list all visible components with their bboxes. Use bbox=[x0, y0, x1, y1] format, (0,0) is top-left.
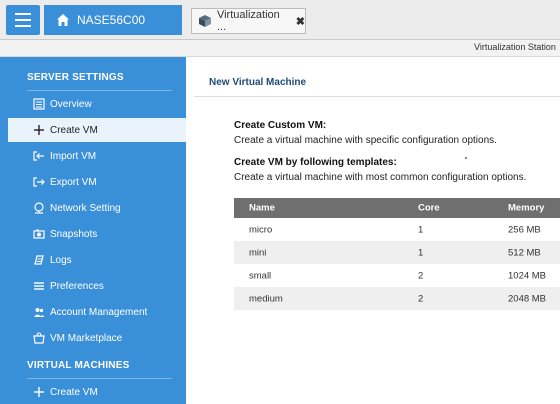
cell-name: small bbox=[249, 270, 272, 281]
sidebar-item-label: Overview bbox=[50, 98, 92, 110]
cell-name: medium bbox=[249, 293, 283, 304]
sidebar-item-label: Preferences bbox=[50, 280, 104, 292]
sidebar: SERVER SETTINGS Overview Create VM Impor… bbox=[0, 57, 186, 404]
sidebar-item-import-vm[interactable]: Import VM bbox=[8, 144, 186, 168]
overview-icon bbox=[32, 97, 46, 111]
marketplace-icon bbox=[32, 331, 46, 345]
menu-line bbox=[15, 13, 31, 15]
sidebar-item-label: Network Setting bbox=[50, 202, 121, 214]
template-vm-title: Create VM by following templates: bbox=[234, 157, 397, 168]
sidebar-item-label: Create VM bbox=[50, 386, 98, 398]
custom-vm-description: Create a virtual machine with specific c… bbox=[234, 135, 497, 146]
column-header-core[interactable]: Core bbox=[418, 203, 440, 214]
sidebar-divider bbox=[27, 90, 172, 91]
sidebar-item-logs[interactable]: Logs bbox=[8, 248, 186, 272]
panel-header: New Virtual Machine bbox=[194, 67, 560, 97]
table-row[interactable]: micro 1 256 MB bbox=[234, 218, 560, 241]
table-header: Name Core Memory bbox=[234, 198, 560, 218]
sidebar-item-account-management[interactable]: Account Management bbox=[8, 300, 186, 324]
sidebar-item-label: Logs bbox=[50, 254, 72, 266]
app-title: Virtualization Station bbox=[474, 42, 556, 52]
app-tab-label: Virtualization ... bbox=[216, 9, 280, 33]
page-title: New Virtual Machine bbox=[209, 77, 307, 88]
sidebar-item-label: VM Marketplace bbox=[50, 332, 123, 344]
plus-icon bbox=[32, 385, 46, 399]
template-vm-description: Create a virtual machine with most commo… bbox=[234, 172, 527, 183]
table-row[interactable]: small 2 1024 MB bbox=[234, 264, 560, 287]
sidebar-item-vm-marketplace[interactable]: VM Marketplace bbox=[8, 326, 186, 350]
close-icon[interactable]: ✖ bbox=[296, 15, 305, 28]
preferences-icon bbox=[32, 279, 46, 293]
cell-core: 2 bbox=[418, 293, 424, 304]
accounts-icon bbox=[32, 305, 46, 319]
cell-memory: 256 MB bbox=[508, 224, 541, 235]
cube-icon bbox=[198, 15, 211, 27]
sidebar-item-label: Snapshots bbox=[50, 228, 98, 240]
cell-core: 1 bbox=[418, 247, 424, 258]
home-tab[interactable]: NASE56C00 bbox=[44, 5, 182, 35]
menu-line bbox=[15, 25, 31, 27]
custom-vm-title[interactable]: Create Custom VM: bbox=[234, 120, 326, 131]
column-header-memory[interactable]: Memory bbox=[508, 203, 544, 214]
vm-template-table: Name Core Memory micro 1 256 MB mini 1 5… bbox=[234, 198, 560, 310]
sidebar-item-vm-create-vm[interactable]: Create VM bbox=[8, 380, 186, 404]
cell-memory: 512 MB bbox=[508, 247, 541, 258]
cell-name: micro bbox=[249, 224, 273, 235]
home-tab-label: NASE56C00 bbox=[77, 13, 146, 27]
sidebar-item-label: Export VM bbox=[50, 176, 97, 188]
main-content: Create Custom VM: Create a virtual machi… bbox=[194, 97, 560, 404]
sidebar-item-network-setting[interactable]: Network Setting bbox=[8, 196, 186, 220]
logs-icon bbox=[32, 253, 46, 267]
cell-core: 1 bbox=[418, 224, 424, 235]
sidebar-item-label: Create VM bbox=[50, 124, 98, 136]
table-row[interactable]: medium 2 2048 MB bbox=[234, 287, 560, 310]
cell-memory: 1024 MB bbox=[508, 270, 547, 281]
sidebar-item-snapshots[interactable]: Snapshots bbox=[8, 222, 186, 246]
home-icon bbox=[57, 14, 69, 26]
sidebar-divider bbox=[27, 378, 172, 379]
table-row[interactable]: mini 1 512 MB bbox=[234, 241, 560, 264]
sidebar-item-create-vm[interactable]: Create VM bbox=[8, 118, 186, 142]
cell-memory: 2048 MB bbox=[508, 293, 547, 304]
column-header-name[interactable]: Name bbox=[249, 203, 275, 214]
sidebar-item-export-vm[interactable]: Export VM bbox=[8, 170, 186, 194]
sidebar-item-label: Import VM bbox=[50, 150, 97, 162]
network-icon bbox=[32, 201, 46, 215]
export-icon bbox=[32, 175, 46, 189]
hamburger-menu-button[interactable] bbox=[6, 5, 40, 35]
snapshot-icon bbox=[32, 227, 46, 241]
plus-icon bbox=[32, 123, 46, 137]
app-tab-virtualization[interactable]: Virtualization ... ✖ bbox=[191, 8, 306, 34]
sidebar-item-preferences[interactable]: Preferences bbox=[8, 274, 186, 298]
import-icon bbox=[32, 149, 46, 163]
menu-line bbox=[15, 19, 31, 21]
top-bar: NASE56C00 Virtualization ... ✖ bbox=[0, 0, 560, 40]
sidebar-heading-virtual-machines: VIRTUAL MACHINES bbox=[27, 360, 130, 371]
sidebar-heading-server-settings: SERVER SETTINGS bbox=[27, 72, 124, 83]
sidebar-item-overview[interactable]: Overview bbox=[8, 92, 186, 116]
stray-dot bbox=[465, 157, 467, 159]
sidebar-item-label: Account Management bbox=[50, 306, 148, 318]
cell-core: 2 bbox=[418, 270, 424, 281]
cell-name: mini bbox=[249, 247, 267, 258]
app-title-bar: Virtualization Station bbox=[0, 40, 560, 57]
